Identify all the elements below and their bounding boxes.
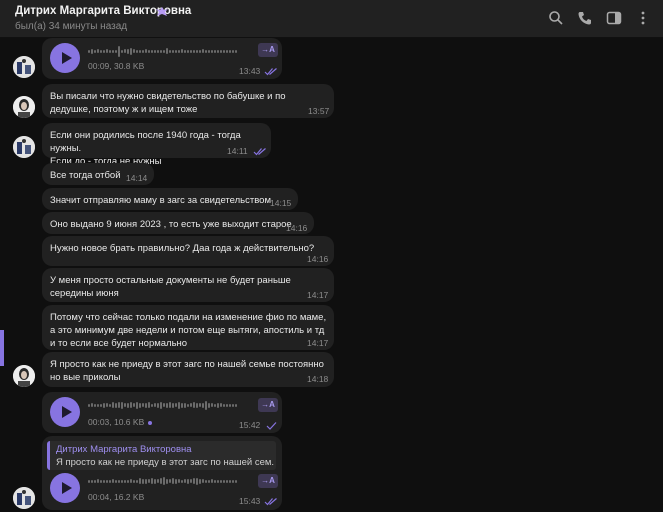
waveform[interactable] bbox=[88, 397, 248, 413]
more-vert-icon[interactable] bbox=[635, 10, 651, 26]
message-time: 15:42 bbox=[239, 420, 261, 430]
message-time: 14:14 bbox=[126, 173, 148, 183]
message-time: 13:57 bbox=[308, 106, 330, 116]
message-text: Нужно новое брать правильно? Даа года ж … bbox=[50, 243, 315, 254]
read-check-icon bbox=[264, 498, 277, 506]
play-button[interactable] bbox=[50, 43, 80, 73]
emoji-status-icon bbox=[156, 7, 168, 16]
message-bubble[interactable]: Все тогда отбой 14:14 bbox=[42, 163, 154, 185]
voice-meta: 00:03, 10.6 KB bbox=[88, 417, 145, 427]
message-text: Я просто как не приеду в этот загс по на… bbox=[50, 359, 324, 383]
waveform[interactable] bbox=[88, 473, 248, 489]
play-button[interactable] bbox=[50, 397, 80, 427]
message-time: 14:15 bbox=[270, 198, 292, 208]
message-time: 15:43 bbox=[239, 496, 261, 506]
avatar[interactable] bbox=[13, 136, 35, 158]
contact-status: был(а) 34 минуты назад bbox=[15, 21, 128, 32]
reply-author: Дитрих Маргарита Викторовна bbox=[56, 444, 192, 455]
reply-text: Я просто как не приеду в этот загс по на… bbox=[56, 457, 274, 468]
read-check-icon bbox=[253, 148, 266, 156]
chat-header[interactable]: Дитрих Маргарита Викторовна был(а) 34 ми… bbox=[0, 0, 663, 38]
reply-quote[interactable]: Дитрих Маргарита Викторовна Я просто как… bbox=[47, 441, 276, 470]
sent-check-icon bbox=[266, 422, 277, 430]
message-time: 14:16 bbox=[307, 254, 329, 264]
message-bubble[interactable]: Потому что сейчас только подали на измен… bbox=[42, 305, 334, 350]
message-bubble[interactable]: Я просто как не приеду в этот загс по на… bbox=[42, 352, 334, 387]
search-icon[interactable] bbox=[548, 10, 564, 26]
message-bubble[interactable]: Вы писали что нужно свидетельство по баб… bbox=[42, 84, 334, 118]
message-time: 14:18 bbox=[307, 374, 329, 384]
message-bubble[interactable]: Нужно новое брать правильно? Даа года ж … bbox=[42, 236, 334, 266]
voice-meta: 00:04, 16.2 KB bbox=[88, 492, 145, 502]
message-time: 14:17 bbox=[307, 338, 329, 348]
sidebar-toggle-icon[interactable] bbox=[606, 10, 622, 26]
voice-meta: 00:09, 30.8 KB bbox=[88, 61, 145, 71]
avatar[interactable] bbox=[13, 365, 35, 387]
message-time: 14:11 bbox=[227, 146, 248, 156]
message-bubble[interactable]: Оно выдано 9 июня 2023 , то есть уже вых… bbox=[42, 212, 314, 234]
voice-message[interactable]: 00:09, 30.8 KB →A 13:43 bbox=[42, 38, 282, 79]
read-check-icon bbox=[264, 68, 277, 76]
waveform[interactable] bbox=[88, 43, 248, 59]
unplayed-dot bbox=[148, 421, 152, 425]
message-bubble[interactable]: У меня просто остальные документы не буд… bbox=[42, 268, 334, 302]
transcribe-button[interactable]: →A bbox=[258, 474, 278, 488]
avatar[interactable] bbox=[13, 56, 35, 78]
avatar[interactable] bbox=[13, 96, 35, 118]
message-time: 13:43 bbox=[239, 66, 261, 76]
phone-icon[interactable] bbox=[577, 10, 593, 26]
message-text: У меня просто остальные документы не буд… bbox=[50, 275, 291, 299]
message-text: Потому что сейчас только подали на измен… bbox=[50, 312, 327, 349]
transcribe-button[interactable]: →A bbox=[258, 43, 278, 57]
message-text: Оно выдано 9 июня 2023 , то есть уже вых… bbox=[50, 219, 292, 230]
message-text: Все тогда отбой bbox=[50, 170, 121, 181]
voice-reply-message[interactable]: Дитрих Маргарита Викторовна Я просто как… bbox=[42, 436, 282, 510]
voice-message[interactable]: 00:03, 10.6 KB →A 15:42 bbox=[42, 392, 282, 433]
message-text: Значит отправляю маму в загс за свидетел… bbox=[50, 195, 271, 206]
message-text: Вы писали что нужно свидетельство по баб… bbox=[50, 91, 286, 115]
avatar[interactable] bbox=[13, 487, 35, 509]
transcribe-button[interactable]: →A bbox=[258, 398, 278, 412]
selection-accent-bar bbox=[0, 330, 4, 366]
play-button[interactable] bbox=[50, 473, 80, 503]
message-bubble[interactable]: Если они родились после 1940 года - тогд… bbox=[42, 123, 271, 167]
message-time: 14:16 bbox=[286, 223, 308, 233]
message-bubble[interactable]: Значит отправляю маму в загс за свидетел… bbox=[42, 188, 298, 210]
message-time: 14:17 bbox=[307, 290, 329, 300]
